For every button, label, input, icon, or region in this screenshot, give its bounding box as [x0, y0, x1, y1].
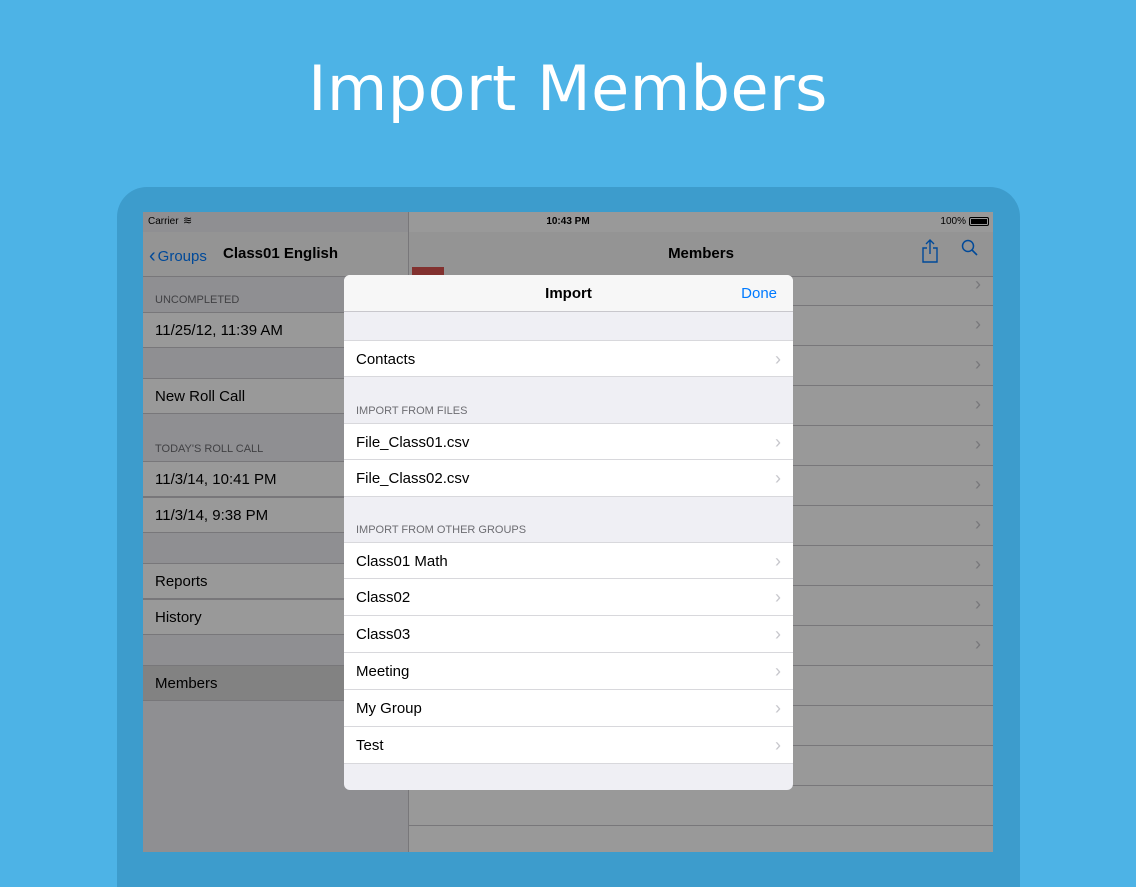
done-button[interactable]: Done: [741, 285, 777, 302]
chevron-right-icon: ›: [775, 698, 781, 718]
contacts-row[interactable]: Contacts ›: [344, 340, 793, 377]
row-label: Test: [356, 737, 384, 754]
file-row[interactable]: File_Class01.csv ›: [344, 423, 793, 460]
row-label: Class03: [356, 626, 411, 643]
section-header-files: IMPORT FROM FILES: [356, 405, 468, 417]
modal-nav-bar: Import Done: [344, 275, 793, 312]
row-label: Contacts: [356, 351, 416, 368]
chevron-right-icon: ›: [775, 468, 781, 488]
import-modal: Import Done Contacts › IMPORT FROM FILES…: [344, 275, 793, 790]
row-label: File_Class01.csv: [356, 434, 470, 451]
row-label: File_Class02.csv: [356, 470, 470, 487]
chevron-right-icon: ›: [775, 349, 781, 369]
group-row[interactable]: Class03 ›: [344, 616, 793, 653]
group-row[interactable]: My Group ›: [344, 690, 793, 727]
chevron-right-icon: ›: [775, 432, 781, 452]
file-row[interactable]: File_Class02.csv ›: [344, 460, 793, 497]
row-label: Class01 Math: [356, 553, 448, 570]
row-label: Meeting: [356, 663, 410, 680]
row-label: Class02: [356, 589, 411, 606]
group-row[interactable]: Meeting ›: [344, 653, 793, 690]
group-row[interactable]: Test ›: [344, 727, 793, 764]
row-label: My Group: [356, 700, 422, 717]
group-row[interactable]: Class02 ›: [344, 579, 793, 616]
chevron-right-icon: ›: [775, 735, 781, 755]
section-header-groups: IMPORT FROM OTHER GROUPS: [356, 524, 527, 536]
hero-title: Import Members: [308, 52, 828, 125]
chevron-right-icon: ›: [775, 587, 781, 607]
group-row[interactable]: Class01 Math ›: [344, 542, 793, 579]
modal-title: Import: [545, 285, 592, 302]
chevron-right-icon: ›: [775, 661, 781, 681]
chevron-right-icon: ›: [775, 551, 781, 571]
chevron-right-icon: ›: [775, 624, 781, 644]
